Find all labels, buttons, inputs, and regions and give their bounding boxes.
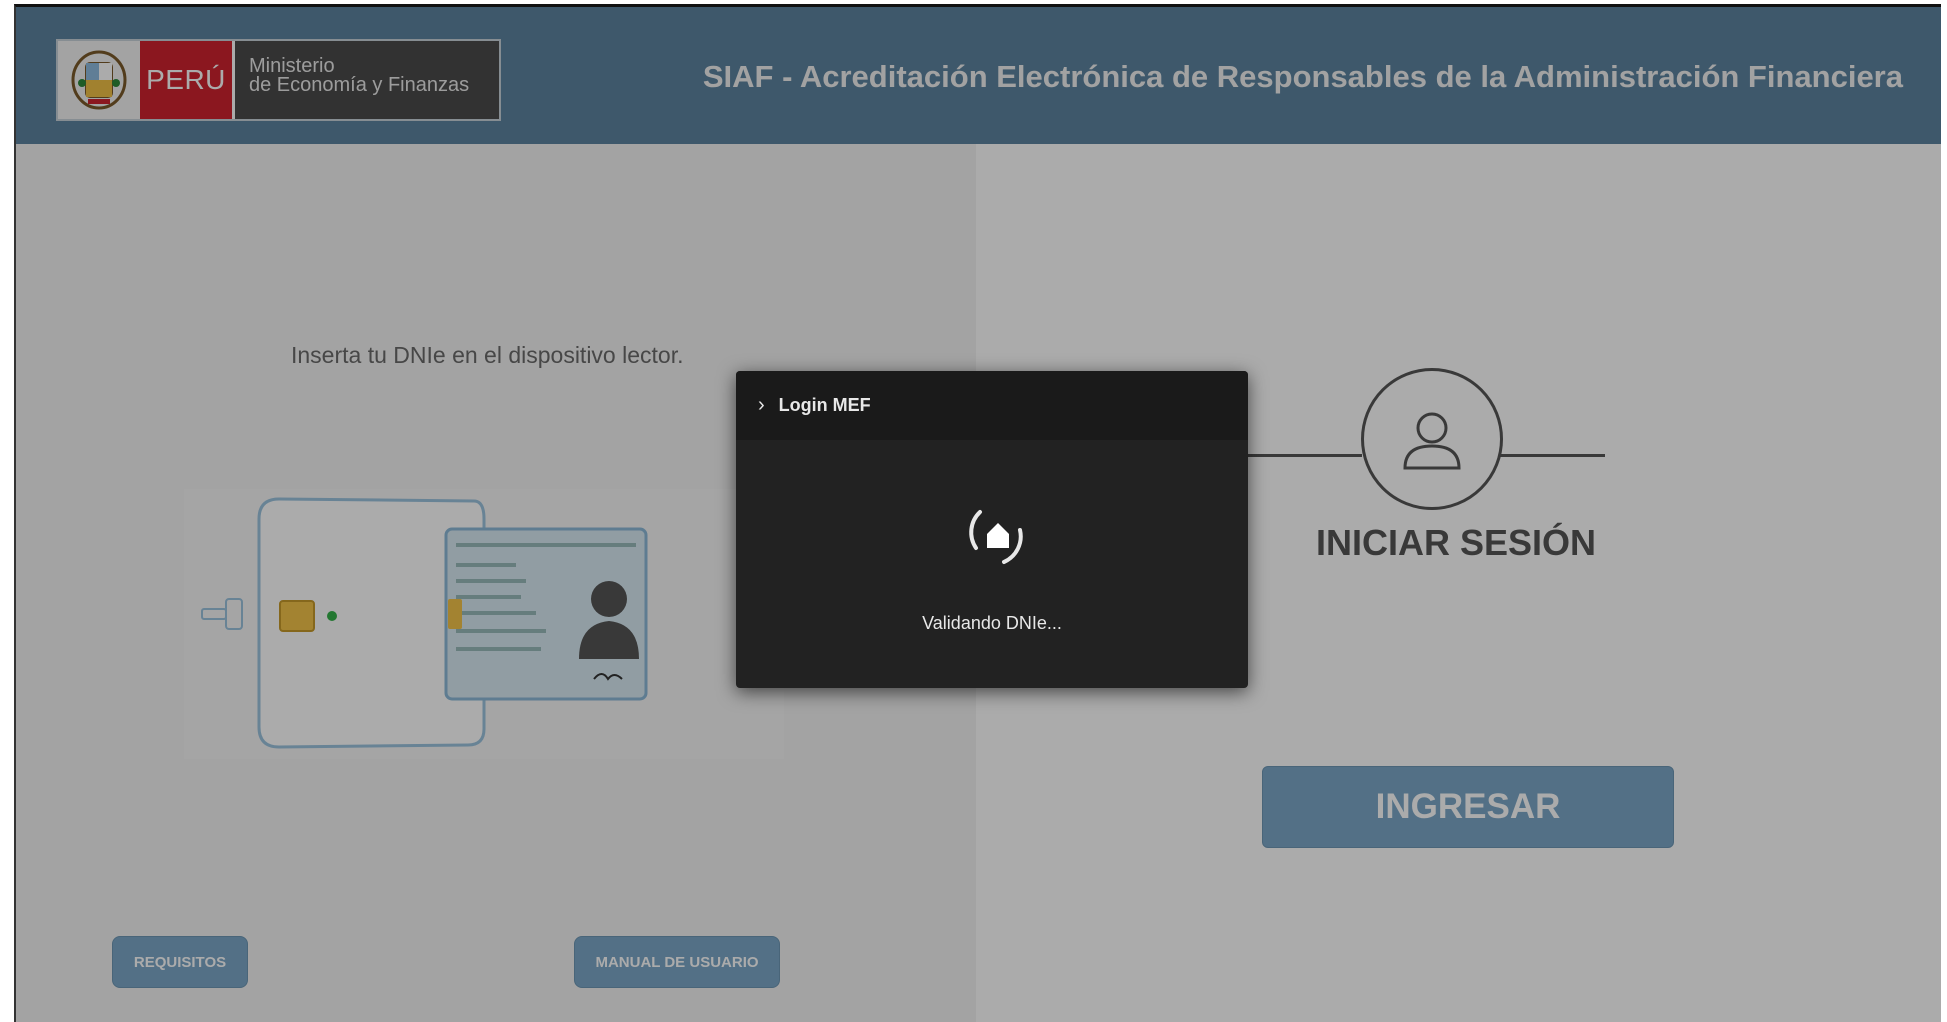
- home-spinner-icon: [958, 494, 1038, 574]
- login-modal: › Login MEF Validando DNIe...: [736, 371, 1248, 688]
- modal-status: Validando DNIe...: [922, 613, 1062, 633]
- app-window: PERÚ Ministerio de Economía y Finanzas S…: [14, 4, 1941, 1022]
- chevron-right-icon: ›: [758, 394, 765, 416]
- modal-title: Login MEF: [778, 395, 871, 415]
- modal-header: › Login MEF: [736, 371, 1248, 440]
